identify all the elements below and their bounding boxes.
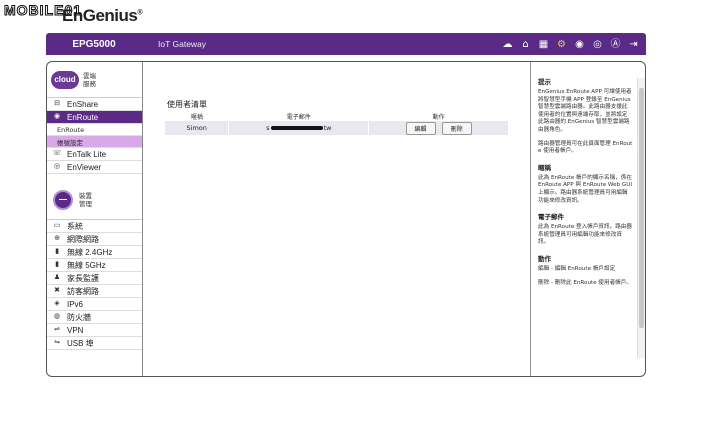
firewall-icon: ◍	[53, 313, 61, 320]
monitor-icon: ▭	[53, 222, 61, 229]
sidebar-item-wireless-24[interactable]: ▮ 無線 2.4GHz	[47, 246, 142, 259]
family-icon: ♟	[53, 274, 61, 281]
device-management-header: 裝置管理	[47, 180, 142, 220]
page-title: 使用者清單	[167, 100, 207, 109]
webcam-icon[interactable]: ◎	[591, 38, 604, 51]
scrollbar-thumb[interactable]	[639, 88, 644, 328]
cloud-upload-icon[interactable]: ☁	[501, 38, 514, 51]
collapse-icon[interactable]	[53, 189, 73, 210]
help-nickname-title: 暱稱	[538, 163, 551, 172]
sidebar-item-guest[interactable]: ✖ 訪客網路	[47, 285, 142, 298]
help-intro: EnGenius EnRoute APP 可讓使用者將智慧型手機 APP 登錄至…	[538, 89, 632, 133]
user-list-table: 暱稱 電子郵件 動作 Simon s tw 編輯 刪除	[165, 111, 509, 135]
edit-button[interactable]: 編輯	[405, 121, 436, 135]
sidebar-item-label: VPN	[67, 325, 84, 335]
mgmt-group-title: 裝置管理	[79, 191, 92, 208]
phone-icon: ☏	[52, 150, 62, 157]
cloud-group-title: 雲端服務	[83, 71, 96, 88]
eye-icon: ◎	[53, 163, 61, 170]
sidebar-item-wireless-5[interactable]: ▮ 無線 5GHz	[47, 259, 142, 272]
pin-icon: ◉	[53, 113, 61, 120]
help-scrollbar[interactable]	[637, 78, 645, 358]
sidebar-item-enroute[interactable]: ◉ EnRoute	[47, 111, 142, 124]
column-header-nickname: 暱稱	[190, 113, 203, 121]
cloud-group-header: cloud 雲端服務	[47, 62, 142, 98]
header-toolbar: ☁ ⌂ ▦ ⚙ ◉ ◎ Ⓐ ⇥	[501, 38, 646, 51]
sidebar: cloud 雲端服務 ⊟ EnShare ◉ EnRoute EnRoute 帳…	[47, 62, 143, 376]
tools-icon: ✖	[54, 287, 60, 294]
sidebar-subitem-label: 帳號設定	[57, 138, 83, 147]
help-title: 提示	[538, 78, 551, 86]
home-icon[interactable]: ⌂	[519, 38, 532, 51]
column-header-action: 動作	[432, 113, 445, 121]
user-actions: 編輯 刪除	[368, 121, 509, 135]
sidebar-item-label: IPv6	[67, 299, 84, 309]
sidebar-item-label: EnRoute	[67, 112, 99, 122]
sidebar-item-usb[interactable]: ⇋ USB 埠	[47, 337, 142, 350]
building-icon[interactable]: ▦	[537, 38, 550, 51]
sidebar-item-label: EnTalk Lite	[67, 149, 107, 159]
redaction-mark	[270, 126, 323, 130]
sidebar-item-enviewer[interactable]: ◎ EnViewer	[47, 161, 142, 174]
usb-icon: ⇋	[54, 339, 60, 346]
sidebar-item-enshare[interactable]: ⊟ EnShare	[47, 98, 142, 111]
model-name: EPG5000	[72, 38, 116, 50]
sidebar-subitem-label: EnRoute	[57, 125, 85, 134]
logout-icon[interactable]: ⇥	[627, 38, 640, 51]
sidebar-item-ipv6[interactable]: ◈ IPv6	[47, 298, 142, 311]
sidebar-subitem-account-settings[interactable]: 帳號設定	[47, 136, 142, 148]
help-action-edit: 編輯 - 編輯 EnRoute 帳戶設定	[538, 265, 616, 272]
sidebar-subitem-enroute[interactable]: EnRoute	[47, 124, 142, 136]
sidebar-item-label: 訪客網路	[67, 286, 99, 296]
sidebar-item-system[interactable]: ▭ 系統	[47, 220, 142, 233]
sidebar-item-vpn[interactable]: ⇌ VPN	[47, 324, 142, 337]
help-email-title: 電子郵件	[538, 213, 564, 222]
sidebar-item-label: 無線 2.4GHz	[67, 247, 113, 257]
sidebar-item-label: 系統	[67, 221, 83, 231]
watermark-logo: MOBILE01 EnGenius®	[2, 2, 142, 28]
main-content: 使用者清單 暱稱 電子郵件 動作 Simon s tw 編輯 刪除	[143, 62, 531, 376]
help-nickname-text: 此為 EnRoute 帳戶的顯示名稱，係在 EnRoute APP 與 EnRo…	[538, 174, 632, 204]
sidebar-item-firewall[interactable]: ◍ 防火牆	[47, 311, 142, 324]
gear-icon[interactable]: ⚙	[555, 38, 568, 51]
help-intro-admin: 路由器管理員可在此頁面管理 EnRoute 使用者帳戶。	[538, 140, 633, 155]
sidebar-item-label: 家長監護	[67, 273, 99, 283]
sidebar-item-parental[interactable]: ♟ 家長監護	[47, 272, 142, 285]
vpn-icon: ⇌	[54, 326, 60, 333]
engenius-logo: EnGenius®	[62, 6, 143, 25]
share-icon: ⊟	[54, 100, 60, 107]
signal-icon: ▮	[55, 248, 59, 255]
sidebar-item-label: 無線 5GHz	[67, 260, 106, 270]
wireless-icon[interactable]: ◉	[573, 38, 586, 51]
globe-icon: ⊕	[54, 235, 60, 242]
table-row: Simon s tw 編輯 刪除	[165, 121, 509, 135]
sidebar-item-label: EnViewer	[67, 162, 102, 172]
content-frame: cloud 雲端服務 ⊟ EnShare ◉ EnRoute EnRoute 帳…	[46, 61, 646, 377]
delete-button[interactable]: 刪除	[441, 121, 472, 135]
user-nickname: Simon	[165, 121, 230, 135]
sidebar-item-label: 網際網路	[67, 234, 99, 244]
help-panel: 提示 EnGenius EnRoute APP 可讓使用者將智慧型手機 APP …	[531, 62, 638, 376]
signal-icon: ▮	[55, 261, 59, 268]
sidebar-item-internet[interactable]: ⊕ 網際網路	[47, 233, 142, 246]
user-email: s tw	[228, 121, 370, 135]
sidebar-item-entalk-lite[interactable]: ☏ EnTalk Lite	[47, 148, 142, 161]
top-header-bar: EPG5000 IoT Gateway ☁ ⌂ ▦ ⚙ ◉ ◎ Ⓐ ⇥	[46, 33, 646, 55]
section-title: IoT Gateway	[158, 39, 207, 49]
sidebar-item-label: 防火牆	[67, 312, 91, 322]
help-action-delete: 刪除 - 刪除此 EnRoute 使用者帳戶。	[538, 279, 632, 286]
ipv6-icon: ◈	[54, 300, 60, 307]
sidebar-item-label: EnShare	[67, 99, 99, 109]
column-header-email: 電子郵件	[286, 113, 311, 121]
help-email-text: 此為 EnRoute 登入帳戶資訊。路由器系統管理員可用編輯功能來修改資訊。	[538, 224, 632, 246]
sidebar-item-label: USB 埠	[67, 338, 94, 348]
help-action-title: 動作	[538, 254, 551, 263]
cloud-badge: cloud	[51, 70, 79, 89]
language-icon[interactable]: Ⓐ	[609, 38, 622, 51]
